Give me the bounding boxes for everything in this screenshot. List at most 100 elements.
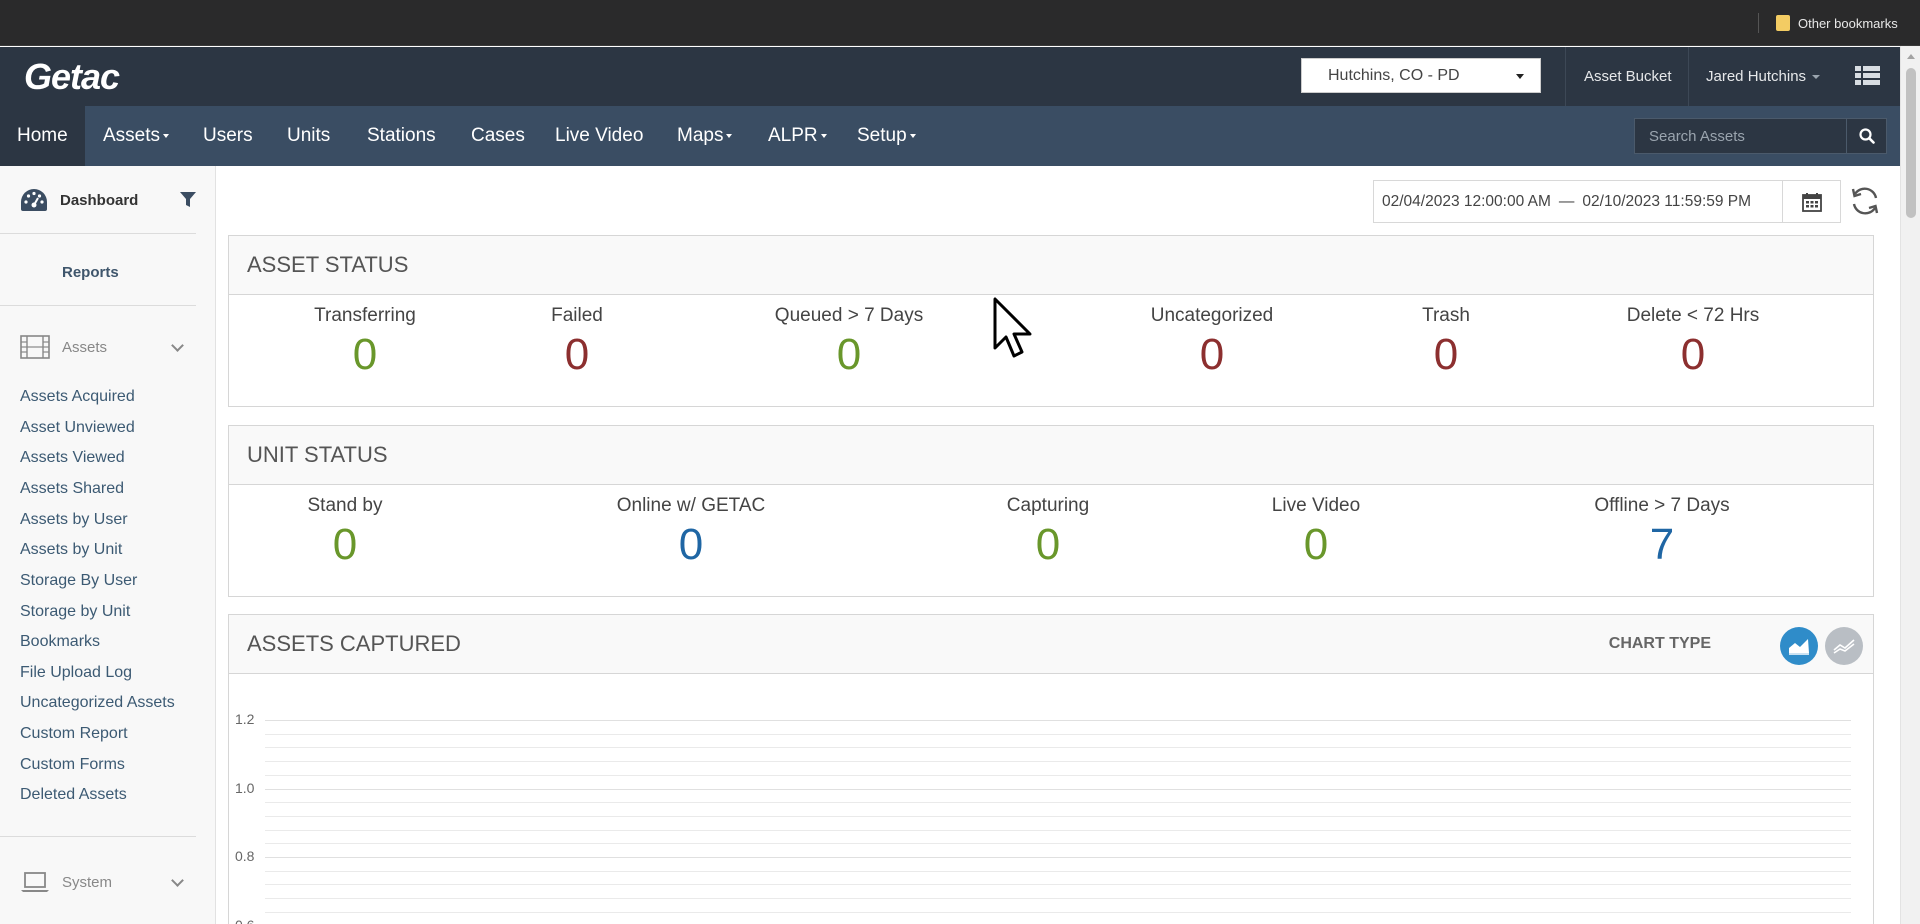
- calendar-icon: [1801, 192, 1822, 212]
- stat-queued-7-days[interactable]: Queued > 7 Days 0: [775, 295, 923, 377]
- page-scrollbar[interactable]: [1900, 46, 1920, 924]
- sidebar-dashboard[interactable]: Dashboard: [20, 186, 196, 214]
- asset-status-panel: ASSET STATUS Transferring 0 Failed 0 Que…: [228, 235, 1874, 407]
- stat-label: Capturing: [1006, 495, 1090, 516]
- stat-label: Offline > 7 Days: [1594, 495, 1730, 516]
- agency-select-value: Hutchins, CO - PD: [1328, 66, 1460, 84]
- stat-label: Stand by: [307, 495, 383, 516]
- sidebar-link-assets-by-unit[interactable]: Assets by Unit: [20, 541, 122, 559]
- stat-offline-7-days[interactable]: Offline > 7 Days 7: [1594, 485, 1729, 567]
- asset-status-stats: Transferring 0 Failed 0 Queued > 7 Days …: [229, 295, 1873, 405]
- sidebar-link-file-upload-log[interactable]: File Upload Log: [20, 664, 132, 682]
- stat-label: Queued > 7 Days: [774, 305, 924, 326]
- sidebar-link-bookmarks[interactable]: Bookmarks: [20, 633, 100, 651]
- sidebar-link-assets-viewed[interactable]: Assets Viewed: [20, 449, 125, 467]
- sidebar-divider: [0, 305, 196, 306]
- sidebar-reports[interactable]: Reports: [62, 264, 119, 281]
- stat-stand-by[interactable]: Stand by 0: [308, 485, 383, 567]
- nav-units[interactable]: Units: [270, 106, 347, 166]
- stat-value: 0: [564, 330, 590, 379]
- scroll-thumb[interactable]: [1906, 68, 1916, 218]
- line-chart-button[interactable]: [1825, 627, 1863, 665]
- stat-live-video[interactable]: Live Video 0: [1272, 485, 1360, 567]
- minor-gridline: [265, 829, 1851, 831]
- stat-value: 0: [1199, 330, 1225, 379]
- calendar-button[interactable]: [1782, 181, 1840, 222]
- other-bookmarks[interactable]: Other bookmarks: [1776, 12, 1898, 34]
- filter-icon[interactable]: [180, 192, 196, 208]
- line-chart-icon: [1833, 639, 1855, 654]
- nav-live-video[interactable]: Live Video: [538, 106, 660, 166]
- stat-capturing[interactable]: Capturing 0: [1007, 485, 1089, 567]
- user-menu[interactable]: Jared Hutchins: [1706, 47, 1821, 106]
- search-icon: [1858, 128, 1875, 144]
- nav-units-label: Units: [287, 125, 331, 146]
- stat-uncategorized[interactable]: Uncategorized 0: [1151, 295, 1274, 377]
- stat-failed[interactable]: Failed 0: [551, 295, 603, 377]
- stat-value: 0: [836, 330, 862, 379]
- nav-cases[interactable]: Cases: [454, 106, 542, 166]
- stat-label: Transferring: [314, 305, 416, 326]
- sidebar-link-custom-forms[interactable]: Custom Forms: [20, 756, 125, 774]
- stat-value: 0: [332, 520, 358, 569]
- chevron-down-icon: [171, 874, 184, 887]
- nav-home-label: Home: [17, 125, 68, 146]
- stat-delete-72-hrs[interactable]: Delete < 72 Hrs 0: [1627, 295, 1760, 377]
- date-range-picker[interactable]: 02/04/2023 12:00:00 AM — 02/10/2023 11:5…: [1373, 180, 1841, 223]
- sidebar-link-uncategorized-assets[interactable]: Uncategorized Assets: [20, 694, 175, 712]
- refresh-icon[interactable]: [1849, 185, 1881, 217]
- mouse-cursor-icon: [993, 297, 1032, 358]
- stat-value: 0: [1035, 520, 1061, 569]
- sidebar-link-storage-by-unit[interactable]: Storage by Unit: [20, 603, 130, 621]
- unit-status-panel: UNIT STATUS Stand by 0 Online w/ GETAC 0…: [228, 425, 1874, 597]
- stat-label: Delete < 72 Hrs: [1626, 305, 1760, 326]
- nav-assets[interactable]: Assets: [86, 106, 186, 166]
- area-chart-button[interactable]: [1780, 627, 1818, 665]
- sidebar-section-system-label: System: [62, 873, 113, 891]
- stat-trash[interactable]: Trash 0: [1422, 295, 1470, 377]
- minor-gridline: [265, 761, 1851, 763]
- stat-transferring[interactable]: Transferring 0: [314, 295, 416, 377]
- major-gridline: [265, 857, 1851, 858]
- area-chart-icon: [1789, 639, 1809, 655]
- nav-stations[interactable]: Stations: [350, 106, 453, 166]
- sidebar-link-assets-by-user[interactable]: Assets by User: [20, 511, 128, 529]
- asset-bucket-link[interactable]: Asset Bucket: [1584, 47, 1672, 106]
- nav-maps[interactable]: Maps: [660, 106, 749, 166]
- scroll-up-arrow-icon[interactable]: [1907, 54, 1915, 59]
- bookmarks-separator: [1758, 13, 1759, 33]
- nav-alpr[interactable]: ALPR: [751, 106, 844, 166]
- search-button[interactable]: [1847, 118, 1887, 154]
- nav-home[interactable]: Home: [0, 106, 85, 166]
- sidebar-link-deleted-assets[interactable]: Deleted Assets: [20, 786, 127, 804]
- chevron-down-icon: [171, 339, 184, 352]
- agency-select[interactable]: Hutchins, CO - PD: [1301, 58, 1541, 93]
- sidebar-section-system[interactable]: System: [20, 868, 184, 896]
- nav-alpr-label: ALPR: [768, 125, 818, 146]
- sidebar-link-assets-shared[interactable]: Assets Shared: [20, 480, 124, 498]
- caret-down-icon: [1516, 74, 1524, 79]
- sidebar-link-storage-by-user[interactable]: Storage By User: [20, 572, 137, 590]
- laptop-icon: [21, 872, 49, 892]
- nav-maps-label: Maps: [677, 125, 724, 146]
- stat-label: Live Video: [1271, 495, 1361, 516]
- getac-logo[interactable]: Getac: [24, 56, 120, 98]
- stat-online-getac[interactable]: Online w/ GETAC 0: [617, 485, 766, 567]
- caret-down-icon: [820, 134, 827, 138]
- sidebar-link-custom-report[interactable]: Custom Report: [20, 725, 128, 743]
- stat-value: 0: [678, 520, 704, 569]
- sidebar-divider: [0, 233, 196, 234]
- search-assets-input[interactable]: [1634, 118, 1847, 154]
- user-name: Jared Hutchins: [1706, 68, 1807, 85]
- y-axis-tick-label: 1.0: [235, 779, 255, 796]
- nav-assets-label: Assets: [103, 125, 161, 146]
- sidebar-section-assets[interactable]: Assets: [20, 333, 184, 361]
- nav-setup[interactable]: Setup: [840, 106, 933, 166]
- stat-label: Trash: [1422, 305, 1470, 326]
- sidebar-link-assets-acquired[interactable]: Assets Acquired: [20, 388, 135, 406]
- sidebar-link-asset-unviewed[interactable]: Asset Unviewed: [20, 419, 135, 437]
- stat-value: 0: [1680, 330, 1706, 379]
- caret-down-icon: [909, 134, 916, 138]
- nav-users[interactable]: Users: [186, 106, 270, 166]
- grid-menu-icon[interactable]: [1855, 66, 1880, 86]
